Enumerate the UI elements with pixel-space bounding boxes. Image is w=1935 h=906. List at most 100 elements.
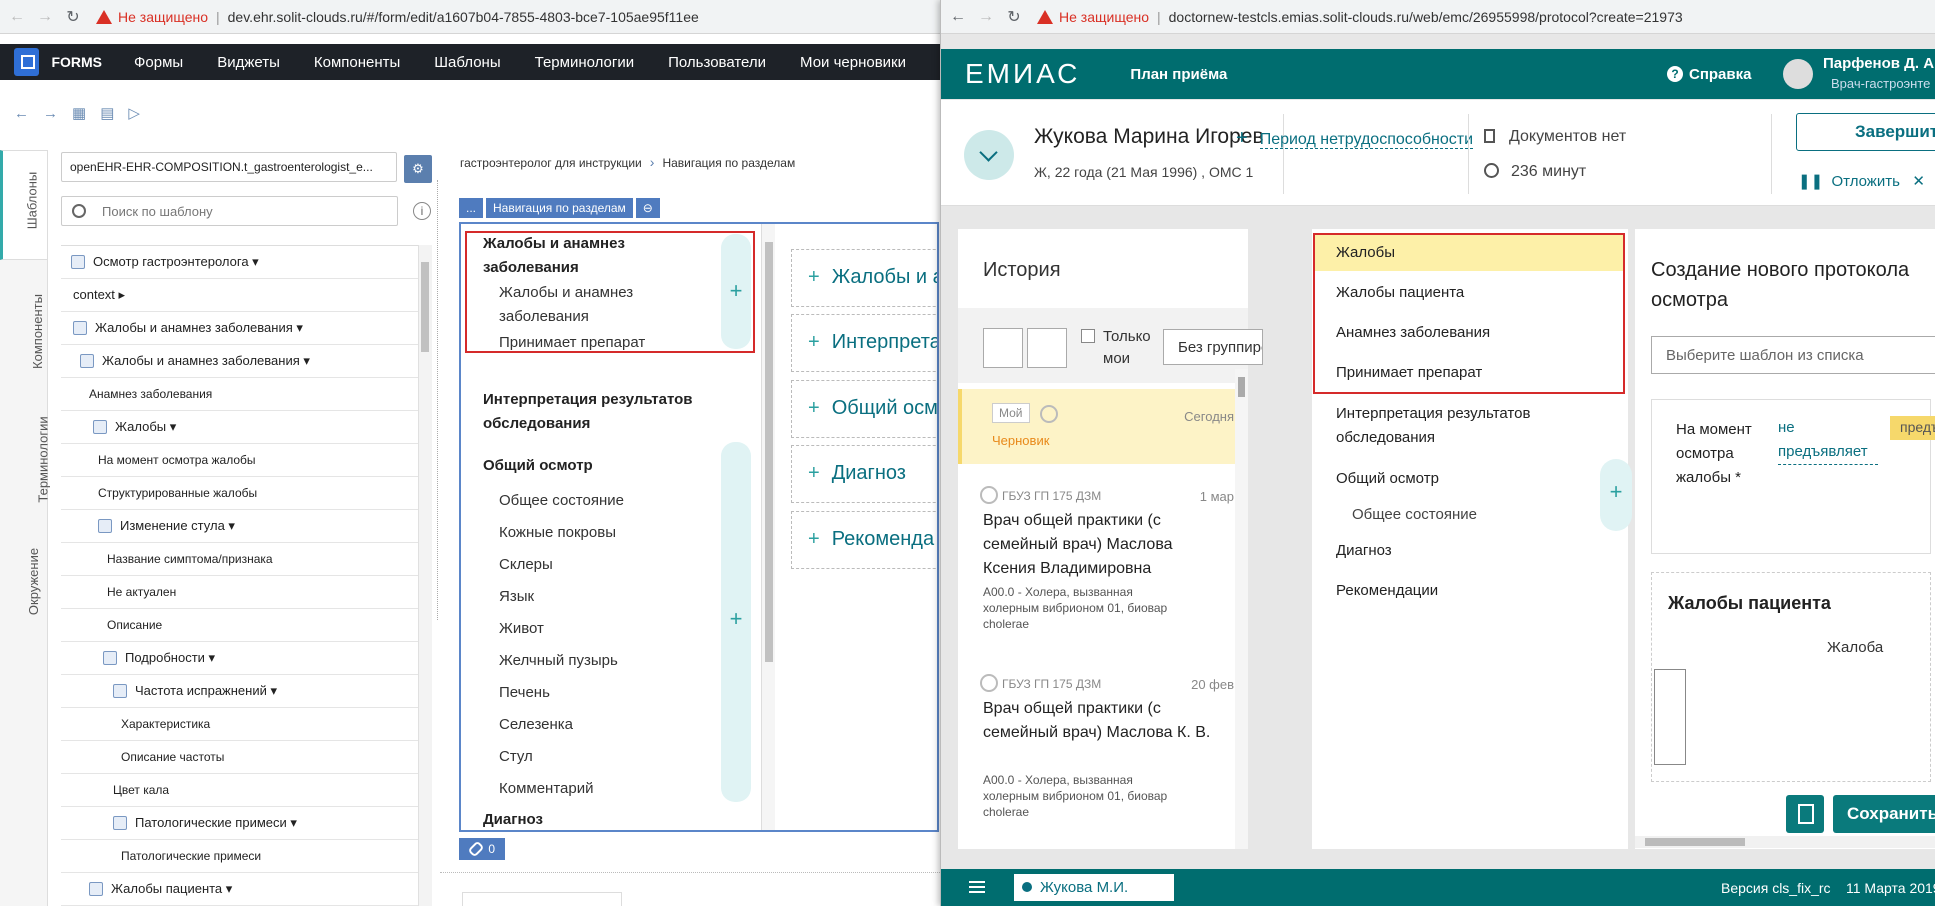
tree-node[interactable]: Патологические примеси ▾ (61, 807, 418, 840)
complaints-field-value[interactable]: не предъявляет (1778, 416, 1878, 465)
tree-node[interactable]: Частота испражнений ▾ (61, 675, 418, 708)
link-count-badge[interactable]: 0 (459, 838, 505, 860)
nav-subitem[interactable]: Стул (499, 745, 533, 769)
right-url[interactable]: doctornew-testcls.emias.solit-clouds.ru/… (1169, 9, 1683, 25)
nav-item-patient-complaints[interactable]: Жалобы пациента (1336, 281, 1464, 305)
nav-item-medication[interactable]: Принимает препарат (1336, 361, 1482, 385)
info-icon[interactable]: i (413, 202, 431, 220)
nav-item-general-state[interactable]: Общее состояние (1352, 503, 1477, 527)
menu-forms[interactable]: Формы (134, 54, 183, 71)
template-search-input[interactable]: Поиск по шаблону (61, 196, 398, 226)
help-link[interactable]: ? Справка (1667, 49, 1751, 99)
undo-icon[interactable]: ← (14, 105, 29, 122)
left-url[interactable]: dev.ehr.solit-clouds.ru/#/form/edit/a160… (228, 9, 699, 25)
tree-node[interactable]: Структурированные жалобы (61, 477, 418, 510)
more-button[interactable]: ... (459, 198, 484, 218)
history-card-draft[interactable]: Мой Черновик Сегодня (958, 389, 1248, 464)
tree-node[interactable]: Подробности ▾ (61, 642, 418, 675)
tree-node[interactable]: Название симптома/признака (61, 543, 418, 576)
nav-scroll-thumb[interactable] (765, 242, 773, 662)
tree-node[interactable]: context ▸ (61, 279, 418, 312)
form-section[interactable]: + Рекоменда (791, 511, 937, 569)
reload-icon[interactable]: ↻ (62, 7, 84, 27)
form-section[interactable]: + Интерпрета (791, 314, 937, 372)
tab-terminologies[interactable]: Терминологии (0, 400, 51, 520)
tab-components[interactable]: Компоненты (0, 280, 48, 380)
tab-environment[interactable]: Окружение (0, 530, 48, 630)
back-icon[interactable]: ← (6, 8, 28, 26)
expand-patient-icon[interactable] (964, 130, 1014, 180)
nav-subitem[interactable]: Принимает препарат (499, 331, 645, 355)
nav-section-title[interactable]: Диагноз (483, 808, 543, 830)
tree-node[interactable]: Характеристика (61, 708, 418, 741)
collapse-icon[interactable]: ⊖ (635, 198, 660, 218)
history-scroll-thumb[interactable] (1238, 377, 1245, 397)
form-section[interactable]: + Диагноз (791, 445, 937, 503)
tree-node[interactable]: Осмотр гастроэнтеролога ▾ (61, 246, 418, 279)
user-name[interactable]: Парфенов Д. А (1823, 55, 1934, 72)
nav-item-interpretation[interactable]: Интерпретация результатов (1336, 402, 1530, 426)
menu-terminologies[interactable]: Терминологии (535, 54, 635, 71)
horizontal-splitter[interactable] (440, 872, 940, 873)
tree-node[interactable]: Жалобы пациента ▾ (61, 873, 418, 906)
back-icon[interactable]: ← (947, 8, 969, 26)
nav-item-general-exam[interactable]: Общий осмотр (1336, 467, 1439, 491)
only-mine-checkbox[interactable] (1081, 329, 1095, 343)
nav-item-anamnesis[interactable]: Анамнез заболевания (1336, 321, 1490, 345)
nav-subitem[interactable]: Общее состояние (499, 489, 624, 513)
sick-leave-link[interactable]: + Период нетрудоспособности (1236, 127, 1474, 150)
history-card[interactable]: ГБУЗ ГП 175 ДЗМ 1 мар Врач общей практик… (958, 479, 1248, 649)
protocol-hscroll-thumb[interactable] (1645, 838, 1745, 846)
panel-splitter[interactable] (437, 180, 443, 620)
play-icon[interactable]: ▷ (128, 104, 140, 122)
tree-node[interactable]: Анамнез заболевания (61, 378, 418, 411)
reload-icon[interactable]: ↻ (1003, 7, 1025, 27)
nav-section-title[interactable]: Интерпретация результатов (483, 388, 693, 412)
nav-subitem[interactable]: Селезенка (499, 713, 573, 737)
plus-icon[interactable]: + (721, 234, 751, 349)
tree-node[interactable]: Патологические примеси (61, 840, 418, 873)
breadcrumb-item[interactable]: гастроэнтеролог для инструкции (460, 156, 642, 170)
complaint-input[interactable] (1654, 669, 1686, 765)
complaints-option-tag[interactable]: предъ (1890, 416, 1935, 440)
history-scrollbar[interactable] (1235, 369, 1248, 849)
menu-icon[interactable] (969, 881, 985, 893)
menu-users[interactable]: Пользователи (668, 54, 766, 71)
nav-subitem[interactable]: Печень (499, 681, 550, 705)
list-icon[interactable]: ▤ (100, 104, 114, 122)
form-section[interactable]: + Жалобы и а (791, 249, 937, 307)
tree-node[interactable]: Изменение стула ▾ (61, 510, 418, 543)
finish-button[interactable]: Завершит (1796, 113, 1935, 151)
protocol-hscrollbar[interactable] (1635, 836, 1935, 848)
nav-subitem[interactable]: Кожные покровы (499, 521, 616, 545)
gear-icon[interactable]: ⚙ (404, 155, 432, 183)
grid-icon[interactable]: ▦ (72, 104, 86, 122)
nav-item-diagnosis[interactable]: Диагноз (1336, 539, 1392, 563)
nav-item-recommendations[interactable]: Рекомендации (1336, 579, 1438, 603)
redo-icon[interactable]: → (43, 105, 58, 122)
tree-node[interactable]: На момент осмотра жалобы (61, 444, 418, 477)
bottom-panel-tab[interactable] (462, 892, 622, 906)
nav-subitem[interactable]: Жалобы и анамнез (499, 281, 633, 305)
tree-node[interactable]: Жалобы и анамнез заболевания ▾ (61, 312, 418, 345)
nav-scrollbar[interactable] (761, 224, 775, 830)
grouping-select[interactable]: Без группировки (1163, 329, 1263, 365)
plan-link[interactable]: План приёма (1130, 66, 1227, 83)
tree-node[interactable]: Жалобы и анамнез заболевания ▾ (61, 345, 418, 378)
save-button[interactable]: Сохранить (1833, 795, 1935, 833)
template-select[interactable]: openEHR-EHR-COMPOSITION.t_gastroenterolo… (61, 152, 397, 182)
menu-drafts[interactable]: Мои черновики (800, 54, 906, 71)
template-select[interactable]: Выберите шаблон из списка (1651, 336, 1935, 374)
widget-name-label[interactable]: Навигация по разделам (486, 198, 633, 218)
emias-logo[interactable]: ЕМИАС (965, 58, 1080, 90)
postpone-button[interactable]: ❚❚ Отложить ✕ (1798, 172, 1925, 190)
menu-widgets[interactable]: Виджеты (217, 54, 280, 71)
building-icon[interactable] (983, 328, 1023, 368)
tree-node[interactable]: Не актуален (61, 576, 418, 609)
tree-node[interactable]: Описание частоты (61, 741, 418, 774)
tree-node[interactable]: Цвет кала (61, 774, 418, 807)
menu-templates[interactable]: Шаблоны (434, 54, 500, 71)
menu-components[interactable]: Компоненты (314, 54, 400, 71)
form-section[interactable]: + Общий осм (791, 380, 937, 438)
nav-subitem[interactable]: Живот (499, 617, 544, 641)
